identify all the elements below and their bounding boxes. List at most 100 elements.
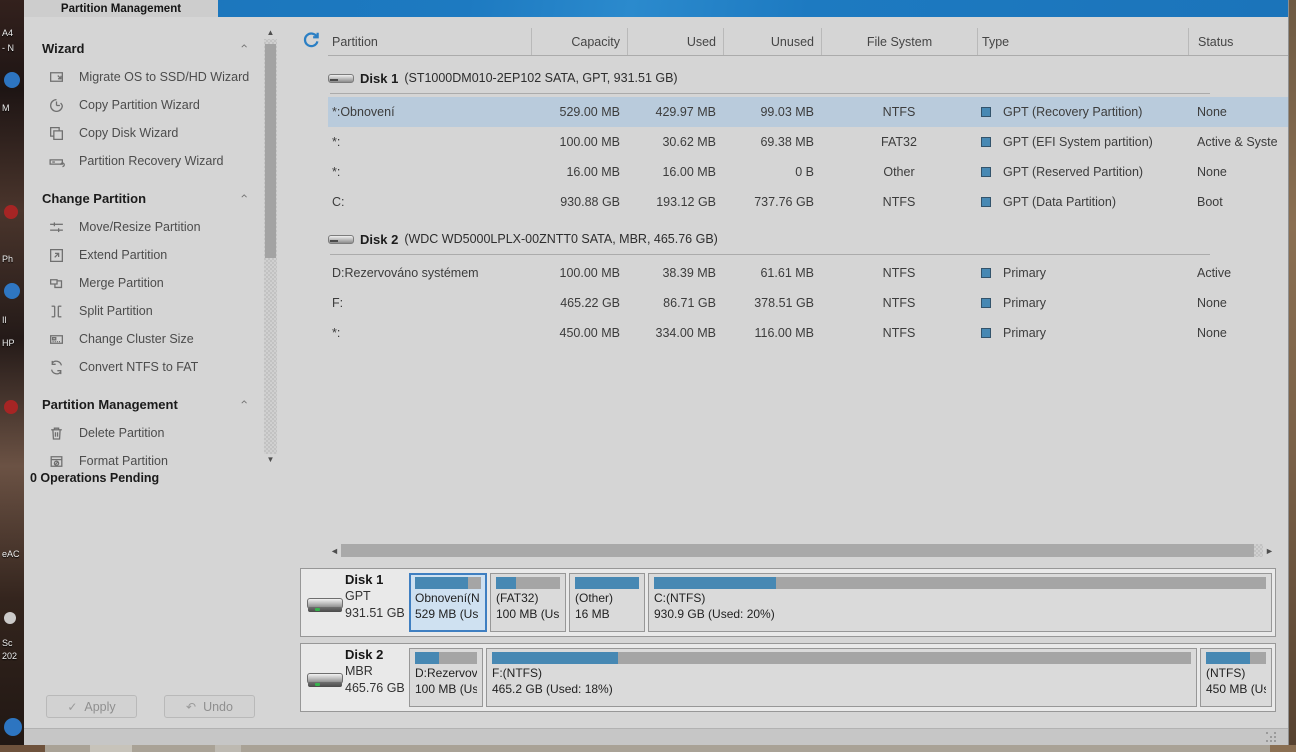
cell-fs: NTFS [821,266,977,280]
usage-bar [415,577,481,589]
sidebar-item-label: Extend Partition [79,248,167,262]
cell-fs: NTFS [821,296,977,310]
column-header-type[interactable]: Type [977,28,1188,55]
partition-block-obnoven-n[interactable]: Obnovení(N529 MB (Us [409,573,487,632]
scroll-up-arrow-icon[interactable]: ▲ [264,27,277,39]
section-header-change-partition[interactable]: Change Partition [42,183,258,213]
sidebar-item-label: Migrate OS to SSD/HD Wizard [79,70,249,84]
scroll-right-arrow-icon[interactable]: ► [1263,546,1276,556]
partition-row[interactable]: *:450.00 MB334.00 MB116.00 MBNTFSPrimary… [328,318,1288,348]
undo-button[interactable]: ↶ Undo [164,695,255,718]
section-title-label: Wizard [42,41,85,56]
column-header-capacity[interactable]: Capacity [531,28,627,55]
desktop-icon-label: Il [2,315,7,325]
column-header-used[interactable]: Used [627,28,723,55]
cell-text: F: [332,296,343,310]
sidebar-item-label: Move/Resize Partition [79,220,201,234]
disk-map-disk-2: Disk 2MBR465.76 GBD:Rezervová100 MB (UsF… [300,643,1276,712]
collapse-caret-icon [239,191,250,202]
disk-meta: Disk 2MBR465.76 GB [345,646,405,697]
sidebar-item-copy-partition-wizard[interactable]: Copy Partition Wizard [42,91,258,119]
cell-text: Primary [1003,326,1046,340]
disk-group-header-disk-2[interactable]: Disk 2(WDC WD5000LPLX-00ZNTT0 SATA, MBR,… [328,223,1288,255]
cell-text: 378.51 GB [754,296,814,310]
section-header-partition-management[interactable]: Partition Management [42,389,258,419]
cell-text: FAT32 [881,135,917,149]
cell-text: NTFS [883,195,916,209]
sidebar-item-merge-partition[interactable]: Merge Partition [42,269,258,297]
column-header-file-system[interactable]: File System [821,28,977,55]
cell-text: 61.61 MB [760,266,814,280]
resize-grip[interactable] [1266,732,1278,744]
block-label: Obnovení(N [415,591,481,607]
disk-map-disk-1: Disk 1GPT931.51 GBObnovení(N529 MB (Us(F… [300,568,1276,637]
partition-row[interactable]: *:16.00 MB16.00 MB0 BOtherGPT (Reserved … [328,157,1288,187]
horizontal-scrollbar-track[interactable] [1254,544,1263,557]
sidebar-item-partition-recovery-wizard[interactable]: Partition Recovery Wizard [42,147,258,175]
cell-status: None [1188,165,1288,179]
partition-row[interactable]: *:Obnovení529.00 MB429.97 MB99.03 MBNTFS… [328,97,1288,127]
sidebar-section: Wizard Migrate OS to SSD/HD Wizard Copy Pa… [42,33,258,175]
partition-block-f-ntfs[interactable]: F:(NTFS)465.2 GB (Used: 18%) [486,648,1197,707]
partition-type-square-icon [981,328,991,338]
cell-text: C: [332,195,345,209]
sidebar-section: Partition ManagementDelete PartitionForm… [42,389,258,475]
partition-row[interactable]: *:100.00 MB30.62 MB69.38 MBFAT32GPT (EFI… [328,127,1288,157]
tab-label: Partition Management [61,3,181,15]
column-header-unused[interactable]: Unused [723,28,821,55]
apply-button[interactable]: ✓ Apply [46,695,137,718]
sidebar-scrollbar[interactable]: ▲ ▼ [264,28,277,465]
disk-info-label: (WDC WD5000LPLX-00ZNTT0 SATA, MBR, 465.7… [404,232,718,246]
desktop-icon-label: M [2,103,10,113]
cell-text: 100.00 MB [560,135,620,149]
sidebar-item-move-resize-partition[interactable]: Move/Resize Partition [42,213,258,241]
sidebar-scrollbar-thumb[interactable] [265,44,276,258]
sidebar-item-change-cluster-size[interactable]: Change Cluster Size [42,325,258,353]
partition-row[interactable]: F:465.22 GB86.71 GB378.51 GBNTFSPrimaryN… [328,288,1288,318]
cell-text: None [1197,296,1227,310]
partition-row[interactable]: D:Rezervováno systémem100.00 MB38.39 MB6… [328,258,1288,288]
horizontal-scrollbar[interactable]: ◄ ► [328,543,1276,558]
tab-partition-management[interactable]: Partition Management [24,0,218,17]
cell-capacity: 100.00 MB [531,266,627,280]
disk-group-header-disk-1[interactable]: Disk 1(ST1000DM010-2EP102 SATA, GPT, 931… [328,62,1288,94]
cell-unused: 737.76 GB [723,195,821,209]
cell-text: NTFS [883,296,916,310]
cell-text: 30.62 MB [662,135,716,149]
sidebar-item-split-partition[interactable]: Split Partition [42,297,258,325]
undo-arrow-icon: ↶ [186,700,196,714]
scroll-left-arrow-icon[interactable]: ◄ [328,546,341,556]
desktop-icon-label: - N [2,43,14,53]
usage-bar-fill [492,652,618,664]
column-header-partition[interactable]: Partition [328,28,531,55]
cell-type: GPT (EFI System partition) [977,135,1188,149]
partition-block-c-ntfs[interactable]: C:(NTFS)930.9 GB (Used: 20%) [648,573,1272,632]
scroll-down-arrow-icon[interactable]: ▼ [264,454,277,466]
section-header-wizard[interactable]: Wizard [42,33,258,63]
cell-capacity: 16.00 MB [531,165,627,179]
partition-blocks: Obnovení(N529 MB (Us(FAT32)100 MB (Us(Ot… [409,573,1272,632]
partition-block-other[interactable]: (Other)16 MB [569,573,645,632]
cell-text: NTFS [883,105,916,119]
partition-block-d-rezervov[interactable]: D:Rezervová100 MB (Us [409,648,483,707]
cell-partition: F: [328,296,531,310]
horizontal-scrollbar-thumb[interactable] [341,544,1254,557]
cell-status: None [1188,326,1288,340]
sidebar-item-extend-partition[interactable]: Extend Partition [42,241,258,269]
refresh-icon[interactable] [302,31,320,49]
usage-bar-fill [415,652,439,664]
cell-text: None [1197,105,1227,119]
partition-block-ntfs[interactable]: (NTFS)450 MB (Us [1200,648,1272,707]
cell-text: 429.97 MB [656,105,716,119]
sidebar-item-migrate-os-to-ssd-hd-wizard[interactable]: Migrate OS to SSD/HD Wizard [42,63,258,91]
partition-row[interactable]: C:930.88 GB193.12 GB737.76 GBNTFSGPT (Da… [328,187,1288,217]
sidebar-item-convert-ntfs-to-fat[interactable]: Convert NTFS to FAT [42,353,258,381]
check-icon: ✓ [67,700,77,714]
convert-icon [48,359,65,376]
column-header-status[interactable]: Status [1188,28,1288,55]
sidebar-item-delete-partition[interactable]: Delete Partition [42,419,258,447]
partition-block-fat32[interactable]: (FAT32)100 MB (Us [490,573,566,632]
cell-capacity: 450.00 MB [531,326,627,340]
sidebar-item-copy-disk-wizard[interactable]: Copy Disk Wizard [42,119,258,147]
disk-icon [307,670,343,690]
